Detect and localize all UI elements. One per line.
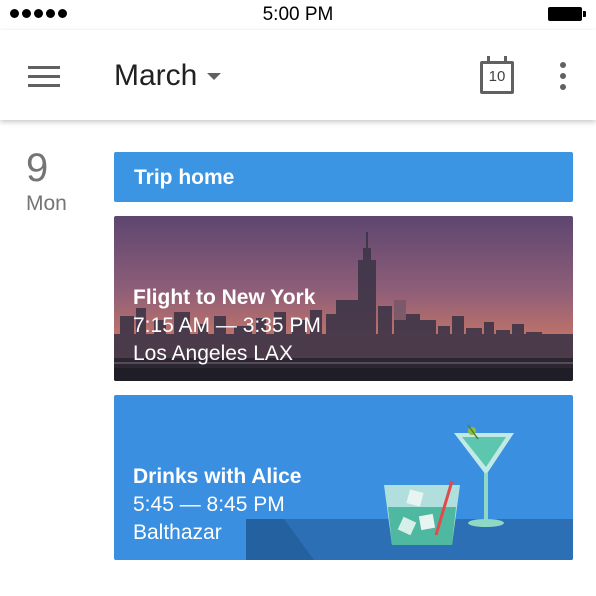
more-vert-icon[interactable] xyxy=(557,62,571,92)
event-flight[interactable]: Flight to New York 7:15 AM — 3:35 PM Los… xyxy=(114,216,573,381)
month-title: March xyxy=(114,59,198,92)
day-name: Mon xyxy=(26,192,67,215)
today-date: 10 xyxy=(488,68,506,85)
today-button[interactable]: 10 xyxy=(480,56,514,94)
battery-icon xyxy=(548,7,586,21)
event-drinks[interactable]: Drinks with Alice 5:45 — 8:45 PM Balthaz… xyxy=(114,395,573,560)
event-text: Flight to New York 7:15 AM — 3:35 PM Los… xyxy=(133,284,321,368)
chevron-down-icon xyxy=(207,72,222,80)
event-text: Drinks with Alice 5:45 — 8:45 PM Balthaz… xyxy=(133,463,301,547)
app-bar: March 10 xyxy=(0,30,596,120)
event-location: Balthazar xyxy=(133,521,222,544)
event-time: 7:15 AM — 3:35 PM xyxy=(133,314,321,337)
status-time: 5:00 PM xyxy=(262,4,334,25)
month-selector[interactable]: March xyxy=(114,56,222,96)
day-number: 9 xyxy=(26,146,49,190)
event-time: 5:45 — 8:45 PM xyxy=(133,493,285,516)
event-trip-home[interactable]: Trip home xyxy=(114,152,573,202)
status-bar: 5:00 PM xyxy=(0,0,596,30)
event-title: Trip home xyxy=(134,166,235,189)
event-location: Los Angeles LAX xyxy=(133,342,293,365)
menu-icon[interactable] xyxy=(28,66,60,88)
event-title: Drinks with Alice xyxy=(133,465,302,488)
cocktail-glass-icon xyxy=(384,480,460,545)
event-title: Flight to New York xyxy=(133,286,316,309)
